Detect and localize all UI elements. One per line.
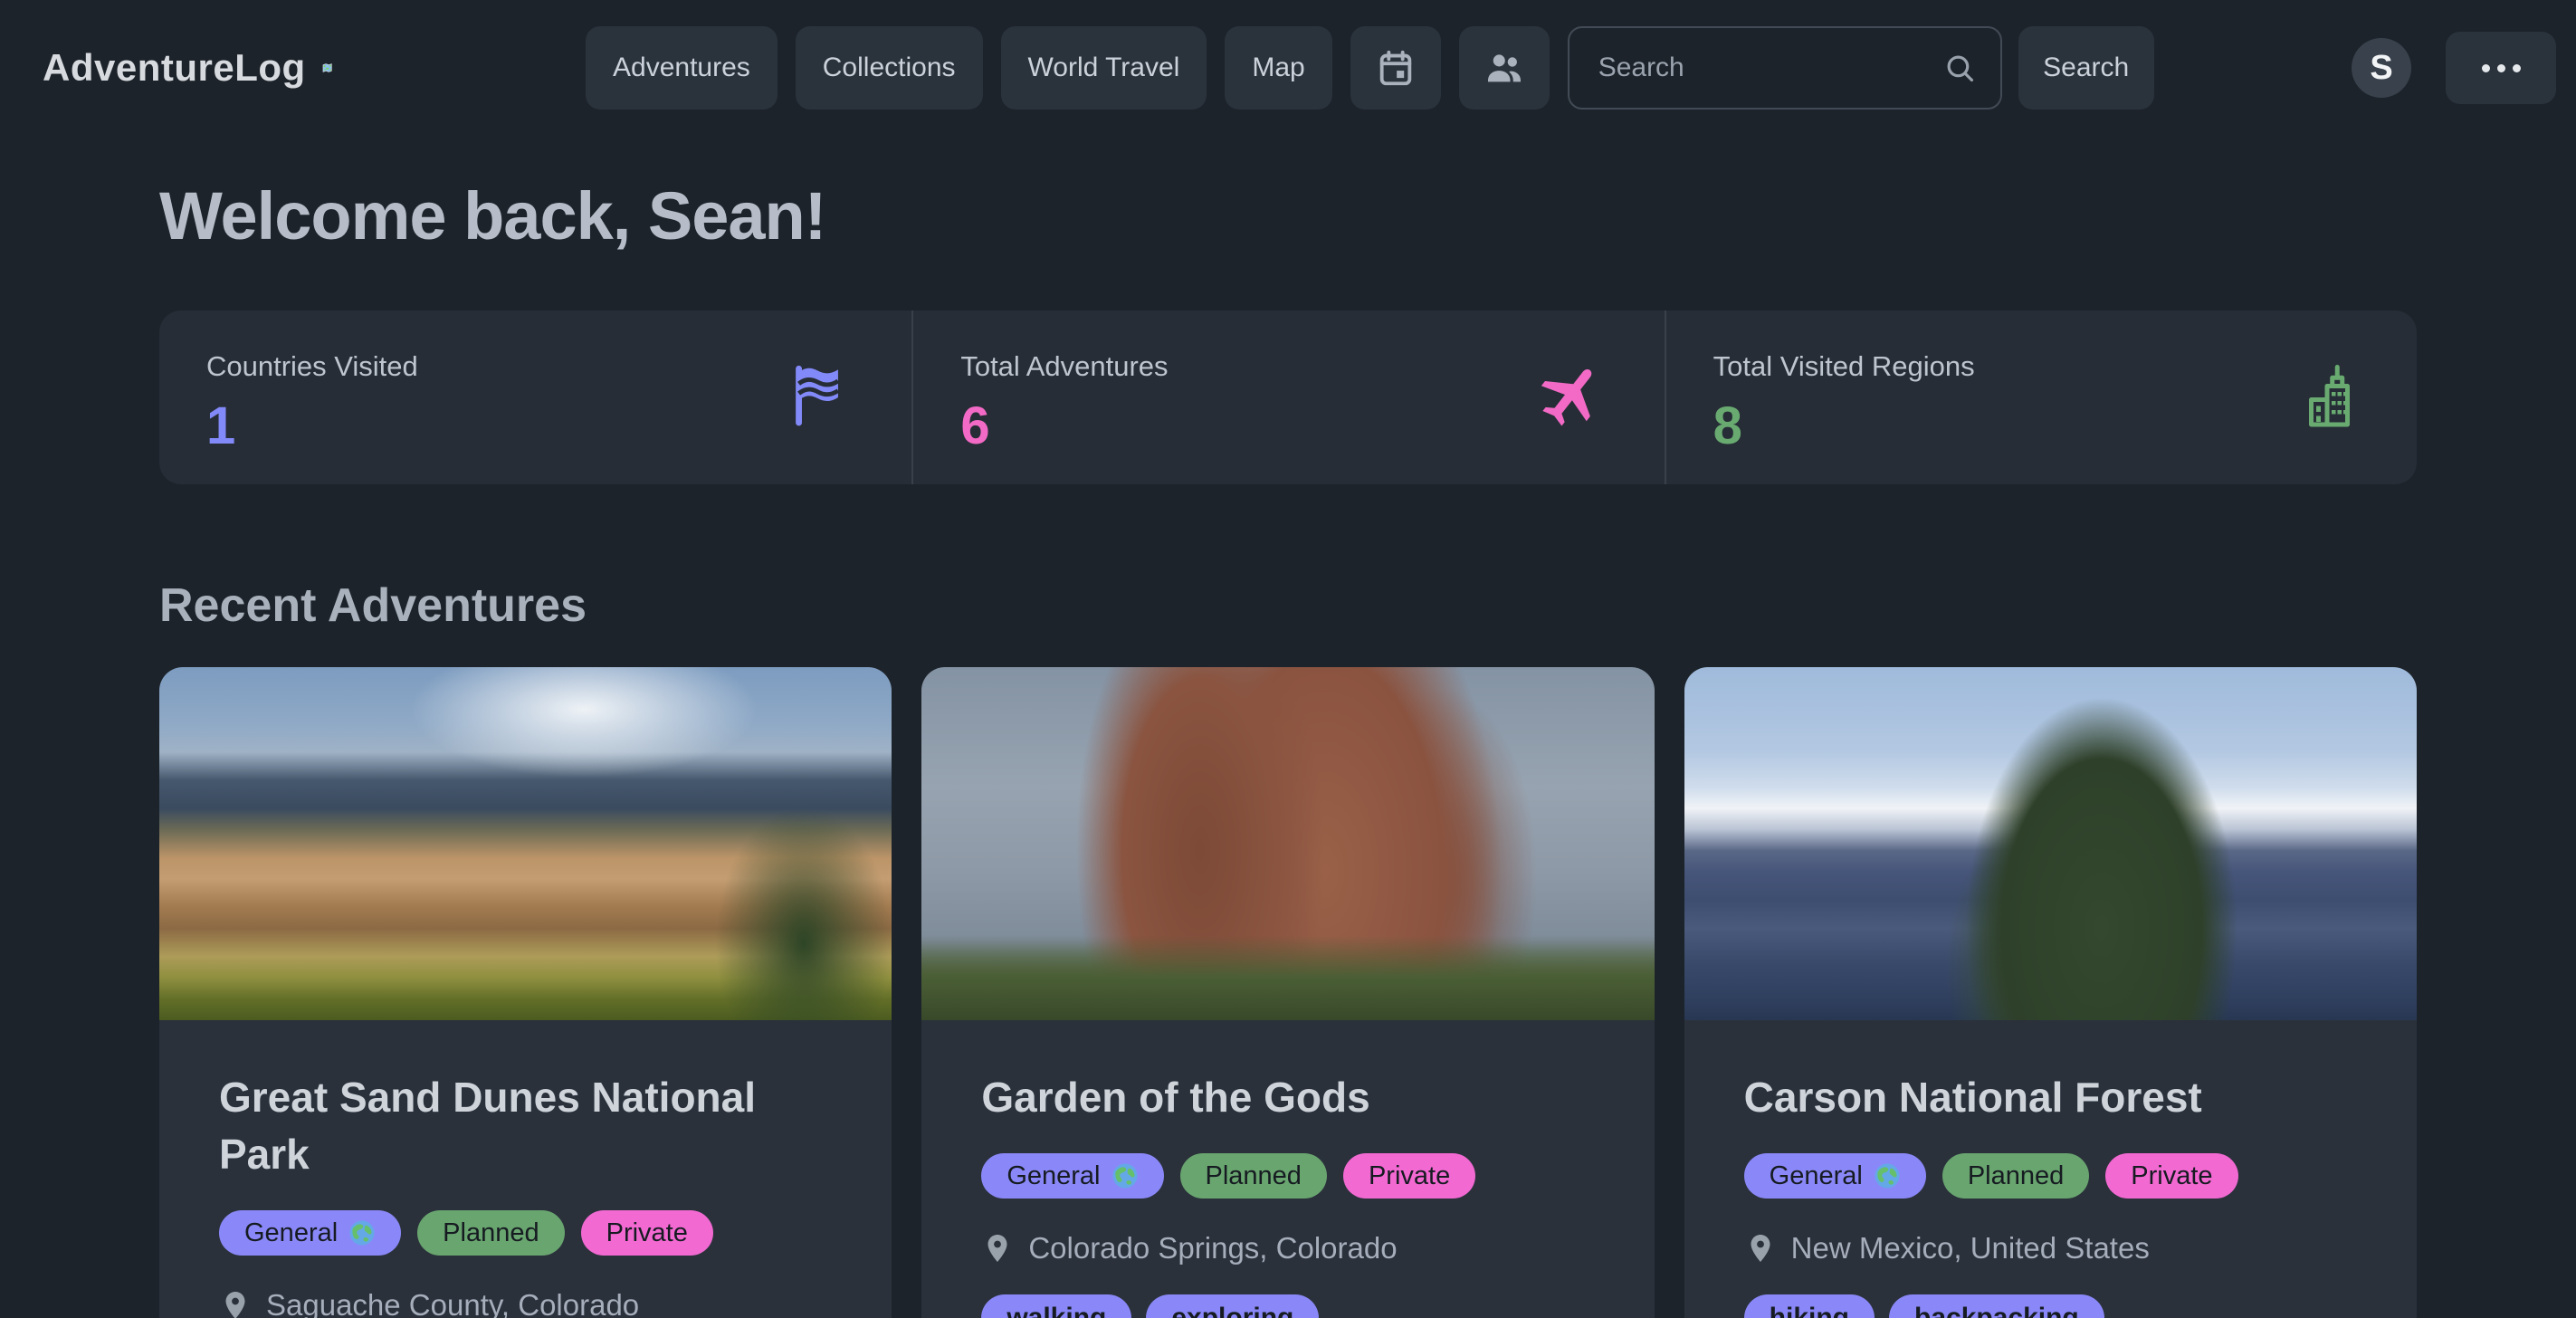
visibility-badge: Private (2105, 1153, 2237, 1199)
map-logo-icon (322, 43, 332, 93)
category-badge: General (981, 1153, 1163, 1199)
activity-tag: exploring (1146, 1294, 1319, 1318)
adventure-title: Carson National Forest (1744, 1069, 2357, 1126)
avatar[interactable]: S (2352, 38, 2411, 98)
status-badge: Planned (1180, 1153, 1327, 1199)
location-pin-icon (219, 1289, 252, 1318)
adventure-title: Garden of the Gods (981, 1069, 1594, 1126)
recent-adventures-grid: Great Sand Dunes National Park General P… (159, 667, 2417, 1318)
app-logo[interactable]: AdventureLog (43, 43, 332, 93)
primary-nav: Adventures Collections World Travel Map (586, 26, 1550, 110)
adventure-location: New Mexico, United States (1791, 1231, 2150, 1265)
search-area: Search (1568, 26, 2154, 110)
overflow-menu-button[interactable] (2446, 32, 2556, 104)
nav-collections[interactable]: Collections (796, 26, 983, 110)
adventure-image (1684, 667, 2417, 1020)
adventure-card[interactable]: Great Sand Dunes National Park General P… (159, 667, 892, 1318)
stats-panel: Countries Visited 1 Total Adventures 6 (159, 310, 2417, 484)
calendar-icon (1375, 47, 1417, 89)
category-badge: General (1744, 1153, 1926, 1199)
main-content: Welcome back, Sean! Countries Visited 1 … (159, 177, 2417, 1318)
globe-icon (1111, 1162, 1139, 1189)
users-button[interactable] (1459, 26, 1550, 110)
welcome-heading: Welcome back, Sean! (159, 177, 2417, 254)
adventure-image (921, 667, 1654, 1020)
activity-tag: hiking (1744, 1294, 1875, 1318)
adventure-title: Great Sand Dunes National Park (219, 1069, 832, 1183)
stat-countries-visited: Countries Visited 1 (159, 310, 911, 484)
city-icon (2286, 359, 2359, 436)
activity-tag: backpacking (1889, 1294, 2104, 1318)
search-button[interactable]: Search (2018, 26, 2154, 110)
status-badge: Planned (1942, 1153, 2089, 1199)
nav-adventures[interactable]: Adventures (586, 26, 778, 110)
adventure-location: Colorado Springs, Colorado (1028, 1231, 1397, 1265)
flag-icon (783, 360, 854, 435)
adventure-image (159, 667, 892, 1020)
location-pin-icon (981, 1232, 1014, 1265)
location-pin-icon (1744, 1232, 1777, 1265)
adventure-location: Saguache County, Colorado (266, 1288, 639, 1318)
status-badge: Planned (417, 1210, 564, 1256)
stat-total-adventures: Total Adventures 6 (911, 310, 1664, 484)
app-title: AdventureLog (43, 46, 306, 90)
calendar-button[interactable] (1350, 26, 1441, 110)
visibility-badge: Private (1343, 1153, 1475, 1199)
visibility-badge: Private (581, 1210, 713, 1256)
search-icon (1942, 51, 1977, 85)
globe-icon (348, 1219, 376, 1246)
activity-tag: walking (981, 1294, 1131, 1318)
search-input[interactable] (1568, 26, 2002, 110)
search-box (1568, 26, 2002, 110)
nav-world-travel[interactable]: World Travel (1001, 26, 1207, 110)
stat-total-visited-regions: Total Visited Regions 8 (1665, 310, 2417, 484)
users-icon (1484, 47, 1525, 89)
globe-icon (1874, 1162, 1901, 1189)
plane-icon (1534, 359, 1607, 436)
nav-map[interactable]: Map (1225, 26, 1331, 110)
recent-adventures-heading: Recent Adventures (159, 578, 2417, 633)
avatar-letter: S (2370, 49, 2392, 88)
adventure-card[interactable]: Carson National Forest General Planned P… (1684, 667, 2417, 1318)
navbar: AdventureLog Adventures Collections Worl… (0, 0, 2576, 136)
ellipsis-icon (2482, 64, 2490, 72)
category-badge: General (219, 1210, 401, 1256)
navbar-right: S (2352, 32, 2556, 104)
adventure-card[interactable]: Garden of the Gods General Planned Priva… (921, 667, 1654, 1318)
